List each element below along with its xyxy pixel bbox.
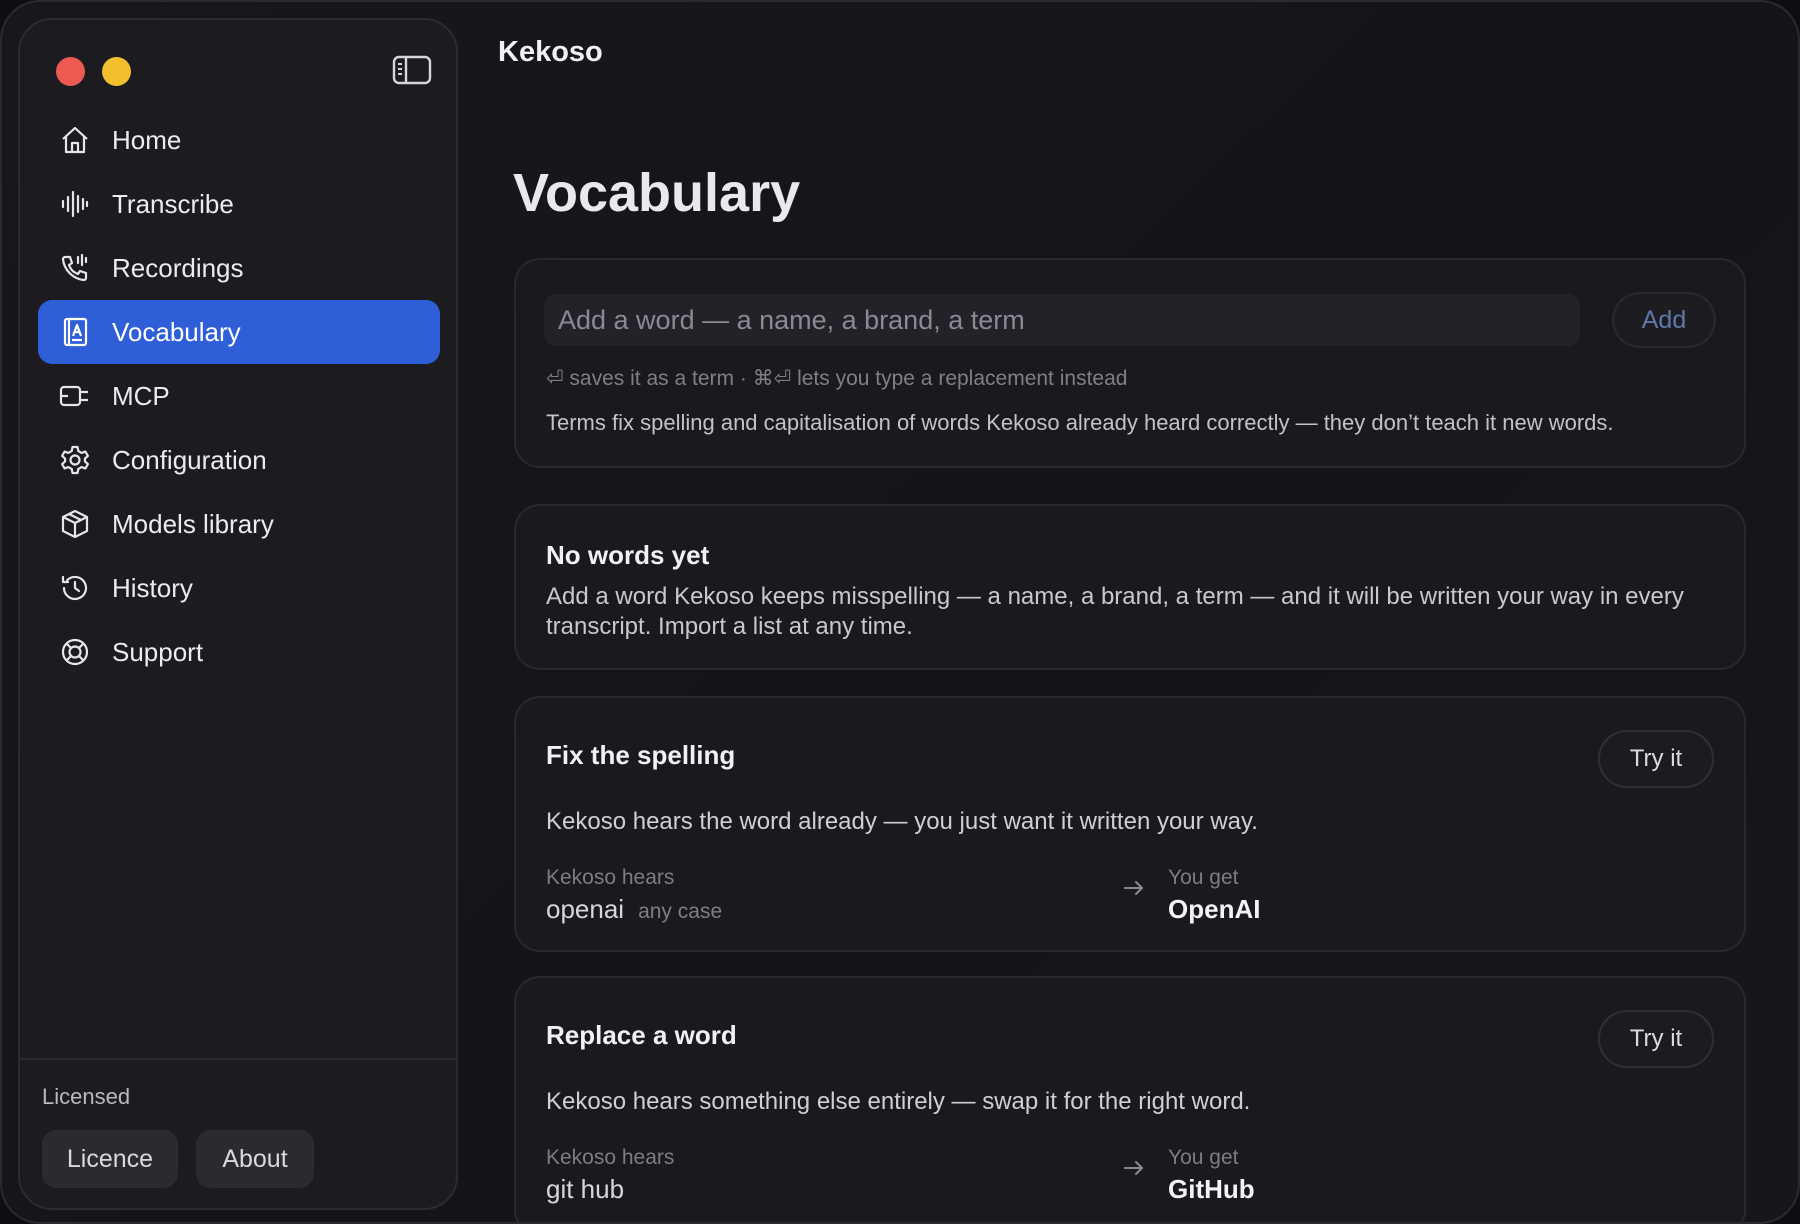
add-word-input[interactable]: [544, 294, 1580, 346]
sidebar-item-models-library[interactable]: Models library: [38, 492, 440, 556]
hears-word: git hub: [546, 1174, 625, 1204]
get-label: You get: [1168, 1146, 1239, 1169]
hears-label: Kekoso hears: [546, 1146, 675, 1169]
app-title: Kekoso: [498, 36, 603, 68]
hears-value: openai any case: [546, 894, 722, 925]
sidebar-item-configuration[interactable]: Configuration: [38, 428, 440, 492]
waveform-icon: [58, 187, 92, 221]
home-icon: [58, 123, 92, 157]
page-title: Vocabulary: [513, 163, 801, 223]
hears-value: git hub: [546, 1174, 624, 1205]
sidebar-item-label: History: [112, 572, 193, 603]
licence-button[interactable]: Licence: [42, 1130, 178, 1188]
sidebar-item-transcribe[interactable]: Transcribe: [38, 172, 440, 236]
sidebar-item-support[interactable]: Support: [38, 620, 440, 684]
gear-icon: [58, 443, 92, 477]
sidebar-toggle-button[interactable]: [392, 53, 432, 87]
sidebar-item-mcp[interactable]: MCP: [38, 364, 440, 428]
try-it-button[interactable]: Try it: [1598, 1010, 1714, 1068]
plug-icon: [58, 379, 92, 413]
hears-word: openai: [546, 894, 625, 924]
sidebar-item-label: Vocabulary: [112, 316, 241, 347]
sidebar-item-history[interactable]: History: [38, 556, 440, 620]
cube-icon: [58, 507, 92, 541]
minimize-window-button[interactable]: [102, 57, 131, 86]
sidebar: Home Transcribe Recordings Vocabulary MC…: [18, 18, 458, 1210]
phone-recording-icon: [58, 251, 92, 285]
empty-state-heading: No words yet: [546, 540, 710, 570]
keyboard-hint: ⏎ saves it as a term · ⌘⏎ lets you type …: [546, 367, 1128, 390]
sidebar-item-recordings[interactable]: Recordings: [38, 236, 440, 300]
add-button[interactable]: Add: [1612, 292, 1716, 348]
sidebar-item-label: Models library: [112, 508, 274, 539]
empty-state-card: No words yet Add a word Kekoso keeps mis…: [514, 504, 1746, 670]
get-value: OpenAI: [1168, 894, 1261, 924]
sidebar-item-label: MCP: [112, 380, 170, 411]
sidebar-nav: Home Transcribe Recordings Vocabulary MC…: [38, 108, 440, 684]
add-word-card: Add ⏎ saves it as a term · ⌘⏎ lets you t…: [514, 258, 1746, 468]
sidebar-item-label: Support: [112, 636, 204, 667]
sidebar-item-label: Home: [112, 124, 182, 155]
example-heading: Replace a word: [546, 1020, 737, 1050]
arrow-right-icon: [1124, 1161, 1143, 1175]
license-status: Licensed: [42, 1084, 131, 1109]
example-heading: Fix the spelling: [546, 740, 736, 770]
lifebuoy-icon: [58, 635, 92, 669]
get-label: You get: [1168, 866, 1239, 889]
sidebar-item-label: Transcribe: [112, 188, 234, 219]
example-card-fix-spelling: Fix the spelling Try it Kekoso hears the…: [514, 696, 1746, 952]
case-note: any case: [638, 900, 723, 923]
example-description: Kekoso hears the word already — you just…: [546, 808, 1258, 835]
close-window-button[interactable]: [56, 57, 85, 86]
history-icon: [58, 571, 92, 605]
get-value: GitHub: [1168, 1174, 1255, 1204]
arrow-right-icon: [1124, 881, 1143, 895]
sidebar-item-home[interactable]: Home: [38, 108, 440, 172]
sidebar-toggle-icon: [392, 55, 432, 85]
example-description: Kekoso hears something else entirely — s…: [546, 1088, 1251, 1115]
hears-label: Kekoso hears: [546, 866, 675, 889]
sidebar-item-label: Recordings: [112, 252, 244, 283]
terms-note: Terms fix spelling and capitalisation of…: [546, 410, 1614, 435]
sidebar-item-label: Configuration: [112, 444, 267, 475]
about-button[interactable]: About: [196, 1130, 314, 1188]
vocabulary-book-icon: [58, 315, 92, 349]
sidebar-item-vocabulary[interactable]: Vocabulary: [38, 300, 440, 364]
try-it-button[interactable]: Try it: [1598, 730, 1714, 788]
sidebar-footer: Licensed Licence About: [20, 1058, 456, 1208]
example-card-replace-word: Replace a word Try it Kekoso hears somet…: [514, 976, 1746, 1222]
app-window: Home Transcribe Recordings Vocabulary MC…: [0, 0, 1800, 1224]
empty-state-body: Add a word Kekoso keeps misspelling — a …: [546, 583, 1684, 640]
